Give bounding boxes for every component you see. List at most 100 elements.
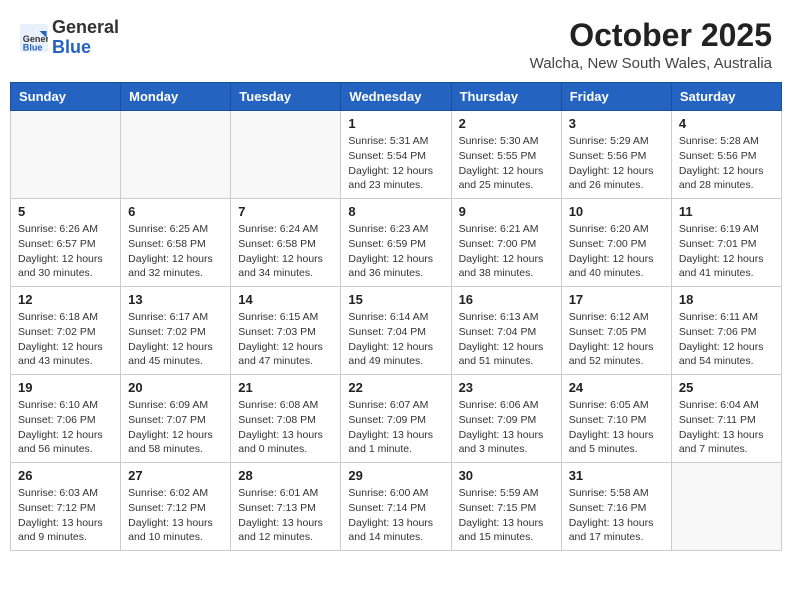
day-number: 6 (128, 204, 223, 219)
calendar-cell: 30Sunrise: 5:59 AMSunset: 7:15 PMDayligh… (451, 463, 561, 551)
calendar-cell: 5Sunrise: 6:26 AMSunset: 6:57 PMDaylight… (11, 199, 121, 287)
weekday-header-wednesday: Wednesday (341, 83, 451, 111)
title-block: October 2025 Walcha, New South Wales, Au… (530, 18, 772, 72)
day-info: Sunrise: 6:01 AMSunset: 7:13 PMDaylight:… (238, 486, 333, 545)
day-number: 23 (459, 380, 554, 395)
calendar-cell: 16Sunrise: 6:13 AMSunset: 7:04 PMDayligh… (451, 287, 561, 375)
day-info: Sunrise: 5:28 AMSunset: 5:56 PMDaylight:… (679, 134, 774, 193)
day-number: 4 (679, 116, 774, 131)
day-number: 29 (348, 468, 443, 483)
calendar-cell: 20 Sunrise: 6:09 AMSunset: 7:07 PMDayligh… (121, 375, 231, 463)
calendar-cell (11, 111, 121, 199)
day-number: 12 (18, 292, 113, 307)
day-info: Sunrise: 6:23 AMSunset: 6:59 PMDaylight:… (348, 222, 443, 281)
header: General Blue General Blue October 2025 W… (10, 10, 782, 78)
calendar-cell: 29 Sunrise: 6:00 AMSunset: 7:14 PMDayligh… (341, 463, 451, 551)
day-info: Sunrise: 6:06 AMSunset: 7:09 PMDaylight:… (459, 398, 554, 457)
calendar-cell: 27Sunrise: 6:02 AMSunset: 7:12 PMDayligh… (121, 463, 231, 551)
day-number: 10 (569, 204, 664, 219)
calendar-cell (121, 111, 231, 199)
calendar-cell: 13 Sunrise: 6:17 AMSunset: 7:02 PMDayligh… (121, 287, 231, 375)
weekday-header-tuesday: Tuesday (231, 83, 341, 111)
day-info: Sunrise: 6:00 AMSunset: 7:14 PMDaylight:… (348, 486, 443, 545)
svg-text:Blue: Blue (23, 42, 43, 51)
day-info: Sunrise: 6:19 AMSunset: 7:01 PMDaylight:… (679, 222, 774, 281)
week-row-2: 5Sunrise: 6:26 AMSunset: 6:57 PMDaylight… (11, 199, 782, 287)
logo-blue-text: Blue (52, 37, 91, 57)
day-number: 27 (128, 468, 223, 483)
day-info: Sunrise: 6:15 AMSunset: 7:03 PMDaylight:… (238, 310, 333, 369)
calendar-cell: 9Sunrise: 6:21 AMSunset: 7:00 PMDaylight… (451, 199, 561, 287)
calendar-cell: 17 Sunrise: 6:12 AMSunset: 7:05 PMDayligh… (561, 287, 671, 375)
day-info: Sunrise: 6:04 AMSunset: 7:11 PMDaylight:… (679, 398, 774, 457)
day-number: 17 (569, 292, 664, 307)
calendar-cell: 8 Sunrise: 6:23 AMSunset: 6:59 PMDaylight… (341, 199, 451, 287)
calendar-cell: 6 Sunrise: 6:25 AMSunset: 6:58 PMDaylight… (121, 199, 231, 287)
weekday-header-monday: Monday (121, 83, 231, 111)
day-number: 25 (679, 380, 774, 395)
calendar-cell: 1 Sunrise: 5:31 AMSunset: 5:54 PMDaylight… (341, 111, 451, 199)
calendar-cell: 19 Sunrise: 6:10 AMSunset: 7:06 PMDayligh… (11, 375, 121, 463)
logo-general-text: General (52, 17, 119, 37)
week-row-5: 26 Sunrise: 6:03 AMSunset: 7:12 PMDayligh… (11, 463, 782, 551)
day-number: 7 (238, 204, 333, 219)
day-info: Sunrise: 6:03 AMSunset: 7:12 PMDaylight:… (18, 486, 113, 545)
day-info: Sunrise: 6:12 AMSunset: 7:05 PMDaylight:… (569, 310, 664, 369)
day-info: Sunrise: 6:17 AMSunset: 7:02 PMDaylight:… (128, 310, 223, 369)
calendar-cell: 18Sunrise: 6:11 AMSunset: 7:06 PMDayligh… (671, 287, 781, 375)
day-number: 15 (348, 292, 443, 307)
day-number: 5 (18, 204, 113, 219)
calendar-cell: 14Sunrise: 6:15 AMSunset: 7:03 PMDayligh… (231, 287, 341, 375)
calendar-cell: 2Sunrise: 5:30 AMSunset: 5:55 PMDaylight… (451, 111, 561, 199)
calendar-cell: 12 Sunrise: 6:18 AMSunset: 7:02 PMDayligh… (11, 287, 121, 375)
day-info: Sunrise: 6:09 AMSunset: 7:07 PMDaylight:… (128, 398, 223, 457)
page-container: General Blue General Blue October 2025 W… (10, 10, 782, 551)
calendar-cell: 26 Sunrise: 6:03 AMSunset: 7:12 PMDayligh… (11, 463, 121, 551)
day-info: Sunrise: 6:25 AMSunset: 6:58 PMDaylight:… (128, 222, 223, 281)
day-info: Sunrise: 5:58 AMSunset: 7:16 PMDaylight:… (569, 486, 664, 545)
day-info: Sunrise: 6:08 AMSunset: 7:08 PMDaylight:… (238, 398, 333, 457)
calendar-cell: 3 Sunrise: 5:29 AMSunset: 5:56 PMDaylight… (561, 111, 671, 199)
logo-icon: General Blue (20, 24, 48, 52)
weekday-header-friday: Friday (561, 83, 671, 111)
calendar-cell: 11 Sunrise: 6:19 AMSunset: 7:01 PMDayligh… (671, 199, 781, 287)
weekday-header-saturday: Saturday (671, 83, 781, 111)
logo: General Blue General Blue (20, 18, 119, 58)
location: Walcha, New South Wales, Australia (530, 55, 772, 72)
calendar-cell: 24Sunrise: 6:05 AMSunset: 7:10 PMDayligh… (561, 375, 671, 463)
day-number: 8 (348, 204, 443, 219)
week-row-1: 1 Sunrise: 5:31 AMSunset: 5:54 PMDaylight… (11, 111, 782, 199)
day-number: 11 (679, 204, 774, 219)
calendar-table: SundayMondayTuesdayWednesdayThursdayFrid… (10, 82, 782, 551)
day-info: Sunrise: 6:10 AMSunset: 7:06 PMDaylight:… (18, 398, 113, 457)
calendar-cell (671, 463, 781, 551)
calendar-cell: 25 Sunrise: 6:04 AMSunset: 7:11 PMDayligh… (671, 375, 781, 463)
day-number: 13 (128, 292, 223, 307)
day-number: 28 (238, 468, 333, 483)
weekday-header-thursday: Thursday (451, 83, 561, 111)
calendar-cell: 22Sunrise: 6:07 AMSunset: 7:09 PMDayligh… (341, 375, 451, 463)
day-number: 3 (569, 116, 664, 131)
day-info: Sunrise: 6:18 AMSunset: 7:02 PMDaylight:… (18, 310, 113, 369)
calendar-cell: 23 Sunrise: 6:06 AMSunset: 7:09 PMDayligh… (451, 375, 561, 463)
calendar-cell: 31 Sunrise: 5:58 AMSunset: 7:16 PMDayligh… (561, 463, 671, 551)
day-info: Sunrise: 5:31 AMSunset: 5:54 PMDaylight:… (348, 134, 443, 193)
calendar-cell: 15 Sunrise: 6:14 AMSunset: 7:04 PMDayligh… (341, 287, 451, 375)
day-info: Sunrise: 6:07 AMSunset: 7:09 PMDaylight:… (348, 398, 443, 457)
day-number: 20 (128, 380, 223, 395)
month-title: October 2025 (530, 18, 772, 53)
day-info: Sunrise: 6:05 AMSunset: 7:10 PMDaylight:… (569, 398, 664, 457)
day-info: Sunrise: 5:59 AMSunset: 7:15 PMDaylight:… (459, 486, 554, 545)
day-info: Sunrise: 6:24 AMSunset: 6:58 PMDaylight:… (238, 222, 333, 281)
day-number: 26 (18, 468, 113, 483)
day-info: Sunrise: 5:29 AMSunset: 5:56 PMDaylight:… (569, 134, 664, 193)
day-number: 21 (238, 380, 333, 395)
day-info: Sunrise: 6:11 AMSunset: 7:06 PMDaylight:… (679, 310, 774, 369)
day-number: 1 (348, 116, 443, 131)
day-info: Sunrise: 6:14 AMSunset: 7:04 PMDaylight:… (348, 310, 443, 369)
day-number: 19 (18, 380, 113, 395)
day-number: 31 (569, 468, 664, 483)
day-number: 9 (459, 204, 554, 219)
weekday-header-sunday: Sunday (11, 83, 121, 111)
week-row-4: 19 Sunrise: 6:10 AMSunset: 7:06 PMDayligh… (11, 375, 782, 463)
